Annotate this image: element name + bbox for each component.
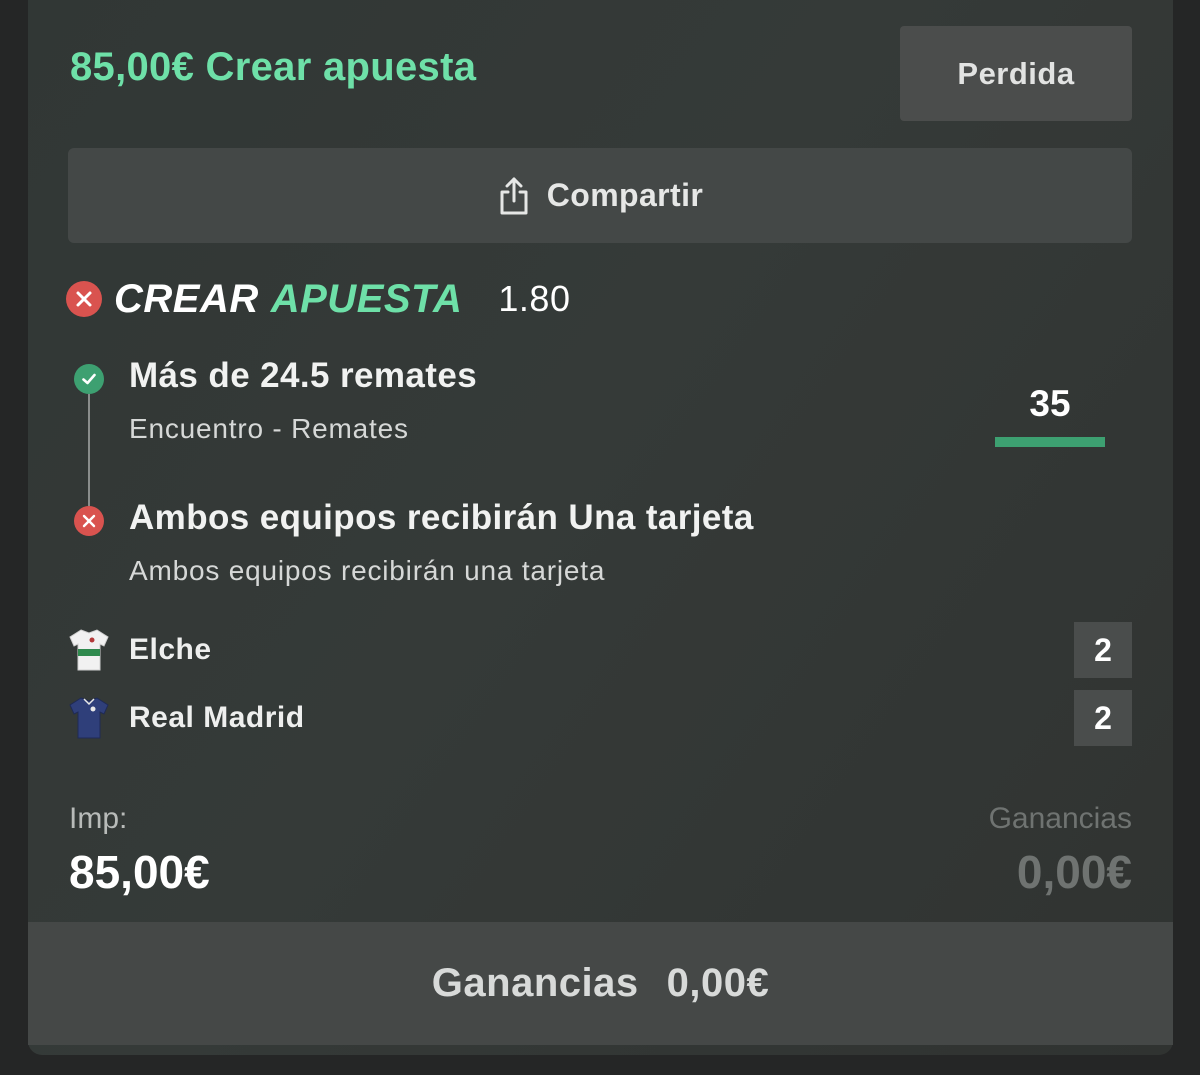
share-label: Compartir xyxy=(546,177,704,213)
bet-heading: CREAR APUESTA 1.80 xyxy=(66,276,570,322)
stat-progress-bar xyxy=(995,437,1105,447)
team-row-real-madrid: Real Madrid 2 xyxy=(68,690,1132,746)
bet-type-brand: CREAR APUESTA xyxy=(114,277,462,322)
team-count: 2 xyxy=(1074,690,1132,746)
selection-subtitle: Ambos equipos recibirán una tarjeta xyxy=(129,555,606,586)
cross-icon xyxy=(74,506,104,536)
cross-icon xyxy=(66,281,102,317)
bet-odds: 1.80 xyxy=(498,278,571,319)
stake-label: Imp: xyxy=(69,802,128,835)
selection-title: Ambos equipos recibirán Una tarjeta xyxy=(129,498,754,537)
footer-winnings-label: Ganancias xyxy=(431,961,639,1005)
brand-word-white: CREAR xyxy=(114,276,259,321)
team-row-elche: Elche 2 xyxy=(68,622,1132,678)
share-icon xyxy=(500,177,528,214)
winnings-label: Ganancias xyxy=(988,802,1132,835)
check-icon xyxy=(74,364,104,394)
brand-word-green: APUESTA xyxy=(270,276,463,321)
winnings-value: 0,00€ xyxy=(1016,846,1132,898)
bet-header-title: 85,00€ Crear apuesta xyxy=(70,45,477,89)
selection-title: Más de 24.5 remates xyxy=(129,356,478,395)
team-name: Elche xyxy=(129,633,212,666)
stake-value: 85,00€ xyxy=(69,846,210,898)
bet-card: 85,00€ Crear apuesta Perdida Compartir C… xyxy=(28,0,1173,1055)
timeline-connector xyxy=(88,394,90,506)
jersey-icon xyxy=(69,697,109,739)
team-count: 2 xyxy=(1074,622,1132,678)
selection-subtitle: Encuentro - Remates xyxy=(129,413,409,444)
stat-progress-fill xyxy=(995,437,1105,447)
winnings-footer: Ganancias 0,00€ xyxy=(28,922,1173,1045)
footer-winnings-value: 0,00€ xyxy=(666,961,770,1005)
jersey-icon xyxy=(69,629,109,671)
team-name: Real Madrid xyxy=(129,701,305,734)
stat-value: 35 xyxy=(1029,383,1071,424)
share-button[interactable]: Compartir xyxy=(68,148,1132,243)
status-badge[interactable]: Perdida xyxy=(900,26,1132,121)
